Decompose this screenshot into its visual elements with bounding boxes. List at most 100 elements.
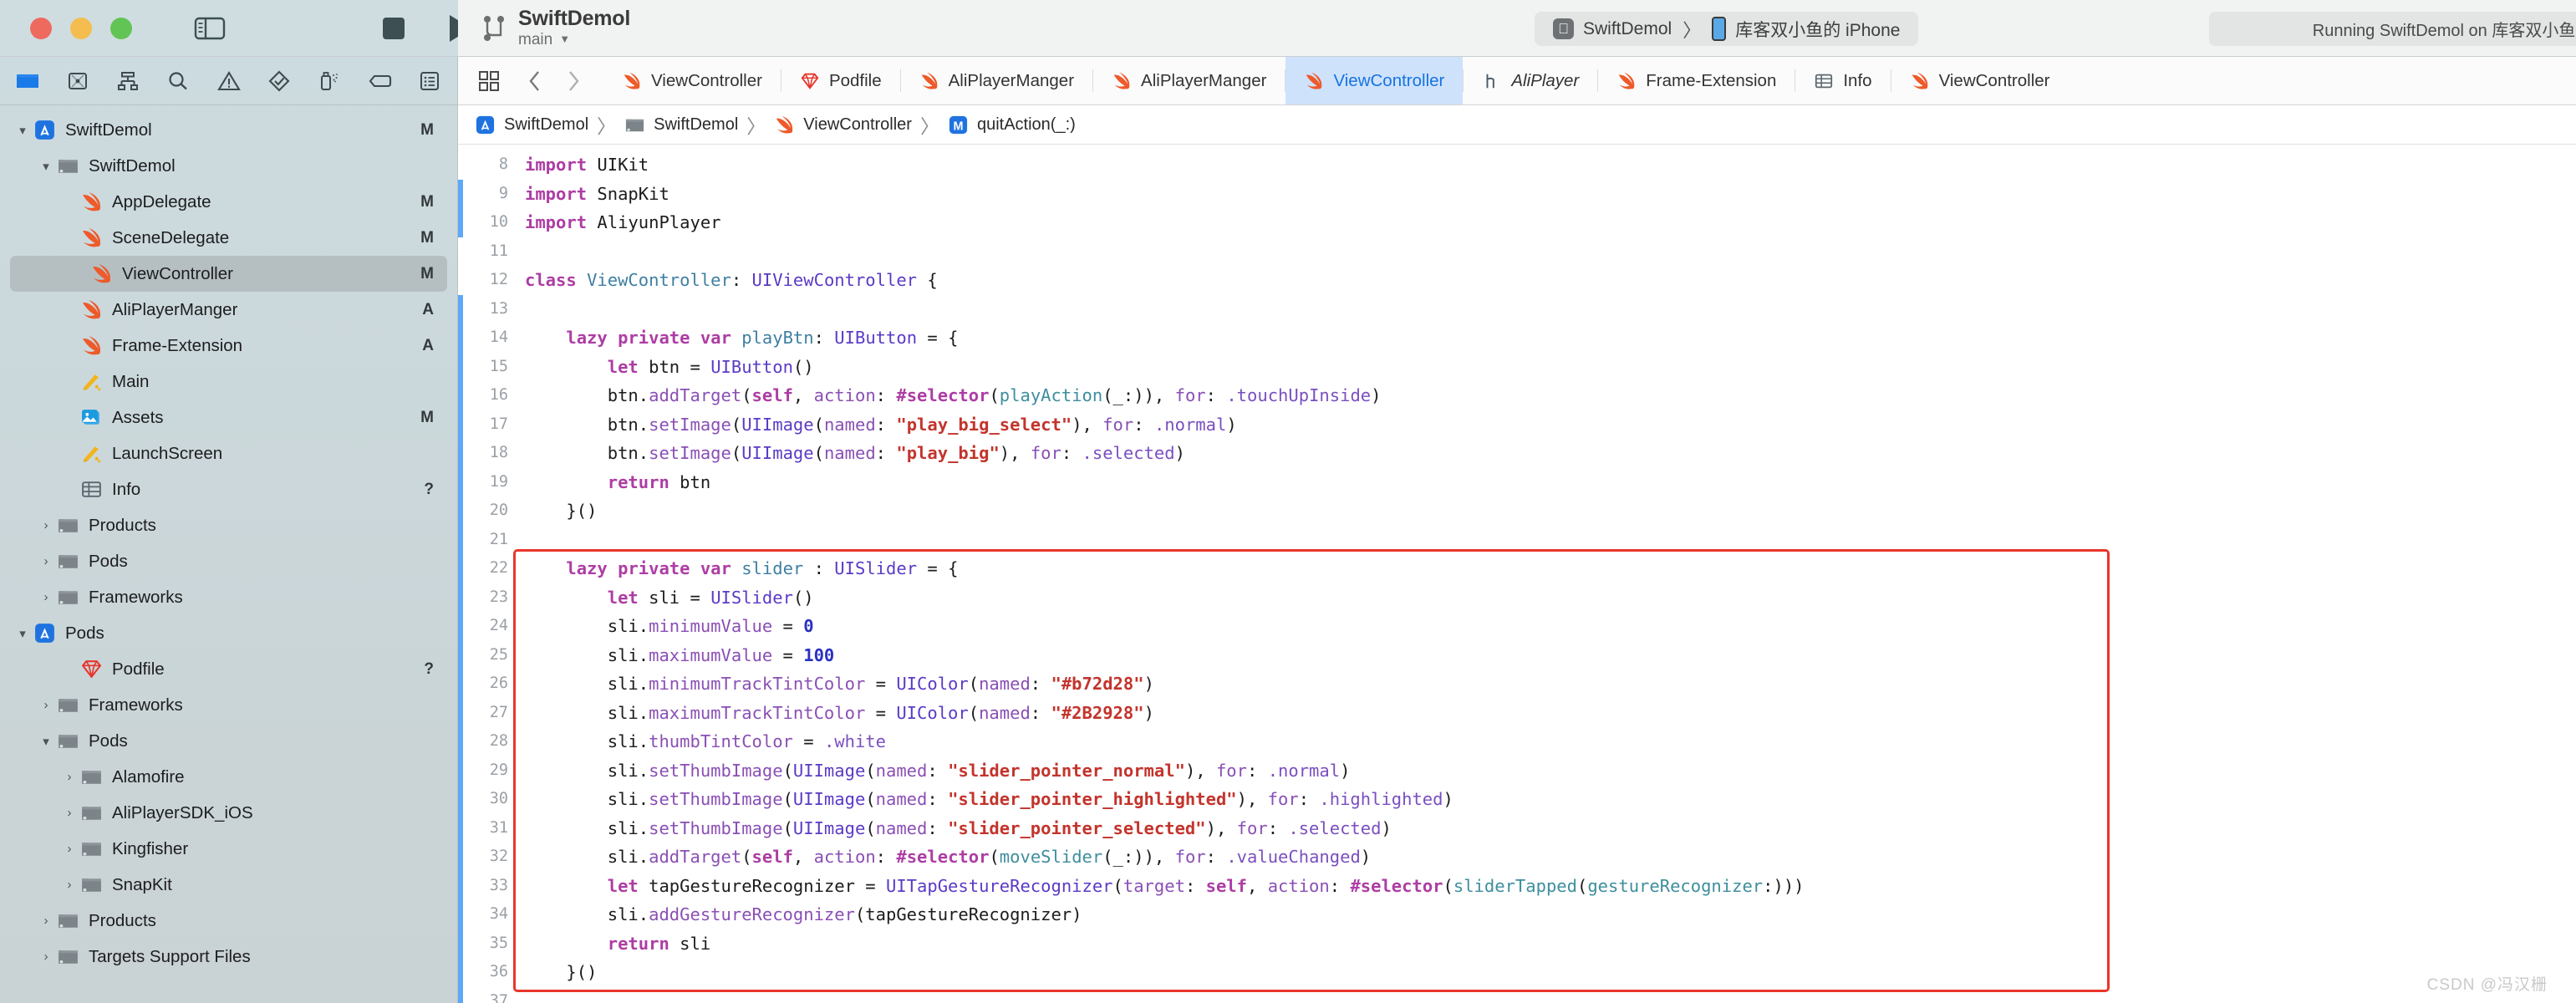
editor-tab-aliplayermanger[interactable]: AliPlayerManger bbox=[901, 57, 1092, 104]
code-line[interactable]: 22 lazy private var slider : UISlider = … bbox=[458, 554, 2576, 583]
tree-item[interactable]: ▾ SwiftDemol bbox=[0, 148, 457, 184]
tree-item[interactable]: ›ViewControllerM bbox=[10, 256, 447, 292]
editor-tab-viewcontroller[interactable]: ViewController bbox=[1285, 57, 1464, 104]
tree-item[interactable]: › Products bbox=[0, 507, 457, 543]
editor-tab-frame-extension[interactable]: Frame-Extension bbox=[1598, 57, 1795, 104]
activity-status-bar[interactable]: Running SwiftDemol on 库客双小鱼的 iPhone bbox=[2209, 12, 2576, 46]
code-line[interactable]: 28 sli.thumbTintColor = .white bbox=[458, 727, 2576, 756]
tree-item[interactable]: › Frameworks bbox=[0, 579, 457, 615]
breadcrumb-item[interactable]: SwiftDemol bbox=[624, 115, 743, 135]
disclosure-triangle-icon[interactable]: › bbox=[37, 950, 55, 964]
breadcrumb-item[interactable]: SwiftDemol bbox=[475, 115, 593, 135]
tree-item[interactable]: ›AssetsM bbox=[0, 400, 457, 435]
tree-item[interactable]: ›Info? bbox=[0, 471, 457, 507]
disclosure-triangle-icon[interactable]: › bbox=[60, 770, 79, 784]
tree-item[interactable]: ›AliPlayerMangerA bbox=[0, 292, 457, 328]
disclosure-triangle-icon[interactable]: › bbox=[60, 806, 79, 820]
code-line[interactable]: 11 bbox=[458, 237, 2576, 267]
issue-warning-icon[interactable] bbox=[213, 67, 245, 95]
editor-tab-podfile[interactable]: Podfile bbox=[781, 57, 900, 104]
code-line[interactable]: 35 return sli bbox=[458, 929, 2576, 959]
disclosure-triangle-icon[interactable]: › bbox=[37, 554, 55, 568]
disclosure-triangle-icon[interactable]: › bbox=[60, 878, 79, 892]
tree-item[interactable]: ›SceneDelegateM bbox=[0, 220, 457, 256]
code-line[interactable]: 26 sli.minimumTrackTintColor = UIColor(n… bbox=[458, 670, 2576, 699]
code-line[interactable]: 19 return btn bbox=[458, 468, 2576, 497]
tree-item[interactable]: ›AppDelegateM bbox=[0, 184, 457, 220]
breadcrumb-item[interactable]: MquitAction(_:) bbox=[948, 115, 1081, 135]
disclosure-triangle-icon[interactable]: ▾ bbox=[13, 123, 32, 138]
tree-item[interactable]: ›Podfile? bbox=[0, 651, 457, 687]
report-list-icon[interactable] bbox=[414, 67, 445, 95]
code-line[interactable]: 18 btn.setImage(UIImage(named: "play_big… bbox=[458, 439, 2576, 468]
tree-item[interactable]: ›Frame-ExtensionA bbox=[0, 328, 457, 364]
code-line[interactable]: 16 btn.addTarget(self, action: #selector… bbox=[458, 381, 2576, 410]
code-line[interactable]: 29 sli.setThumbImage(UIImage(named: "sli… bbox=[458, 756, 2576, 786]
tree-item[interactable]: › Alamofire bbox=[0, 759, 457, 795]
sidebar-toggle-icon[interactable] bbox=[194, 15, 226, 42]
search-icon[interactable] bbox=[162, 67, 194, 95]
tree-item[interactable]: ▾ Pods bbox=[0, 723, 457, 759]
code-line[interactable]: 20 }() bbox=[458, 496, 2576, 526]
source-control-icon[interactable] bbox=[62, 67, 94, 95]
tree-item[interactable]: ▾ Pods bbox=[0, 615, 457, 651]
disclosure-triangle-icon[interactable]: ▾ bbox=[37, 159, 55, 174]
breadcrumb[interactable]: SwiftDemol 〉 SwiftDemol 〉 ViewController 〉 Mqu… bbox=[458, 105, 2576, 145]
code-line[interactable]: 13 bbox=[458, 295, 2576, 324]
debug-spray-icon[interactable] bbox=[313, 67, 345, 95]
code-line[interactable]: 33 let tapGestureRecognizer = UITapGestu… bbox=[458, 872, 2576, 901]
disclosure-triangle-icon[interactable]: › bbox=[37, 590, 55, 604]
run-destination-selector[interactable]:  SwiftDemol 〉 库客双小鱼的 iPhone bbox=[1535, 12, 1919, 46]
editor-tab-aliplayer[interactable]: AliPlayer bbox=[1464, 57, 1597, 104]
code-line[interactable]: 21 bbox=[458, 526, 2576, 555]
code-line[interactable]: 31 sli.setThumbImage(UIImage(named: "sli… bbox=[458, 814, 2576, 843]
tree-item[interactable]: › SnapKit bbox=[0, 867, 457, 903]
tree-item[interactable]: › Products bbox=[0, 903, 457, 939]
tree-item[interactable]: › Frameworks bbox=[0, 687, 457, 723]
nav-back-button[interactable] bbox=[516, 62, 554, 100]
code-line[interactable]: 36 }() bbox=[458, 958, 2576, 987]
code-line[interactable]: 27 sli.maximumTrackTintColor = UIColor(n… bbox=[458, 699, 2576, 728]
code-lines[interactable]: 8 import UIKit 9 import SnapKit 10 import Ali… bbox=[458, 145, 2576, 1003]
breadcrumb-item[interactable]: ViewController bbox=[774, 115, 917, 135]
code-line[interactable]: 17 btn.setImage(UIImage(named: "play_big… bbox=[458, 410, 2576, 440]
code-line[interactable]: 8 import UIKit bbox=[458, 150, 2576, 180]
code-line[interactable]: 32 sli.addTarget(self, action: #selector… bbox=[458, 843, 2576, 872]
folder-icon[interactable] bbox=[12, 67, 43, 95]
code-line[interactable]: 24 sli.minimumValue = 0 bbox=[458, 612, 2576, 641]
disclosure-triangle-icon[interactable]: ▾ bbox=[13, 626, 32, 641]
test-diamond-icon[interactable] bbox=[263, 67, 295, 95]
code-line[interactable]: 12 class ViewController: UIViewController… bbox=[458, 266, 2576, 295]
code-line[interactable]: 30 sli.setThumbImage(UIImage(named: "sli… bbox=[458, 785, 2576, 814]
branch-row[interactable]: main ▼ bbox=[518, 31, 630, 49]
tree-item[interactable]: › Kingfisher bbox=[0, 831, 457, 867]
editor-tab-viewcontroller[interactable]: ViewController bbox=[1891, 57, 2069, 104]
project-scheme-block[interactable]: SwiftDemol main ▼ bbox=[481, 7, 630, 49]
editor-tab-aliplayermanger[interactable]: AliPlayerManger bbox=[1093, 57, 1285, 104]
code-line[interactable]: 9 import SnapKit bbox=[458, 180, 2576, 209]
editor-layout-icon[interactable] bbox=[470, 62, 508, 100]
tree-item[interactable]: ›LaunchScreen bbox=[0, 435, 457, 471]
code-line[interactable]: 23 let sli = UISlider() bbox=[458, 583, 2576, 613]
disclosure-triangle-icon[interactable]: › bbox=[37, 698, 55, 712]
source-editor[interactable]: 8 import UIKit 9 import SnapKit 10 import Ali… bbox=[458, 145, 2576, 1003]
stop-button[interactable] bbox=[383, 17, 405, 39]
minimize-button[interactable] bbox=[70, 17, 92, 39]
tree-item[interactable]: › Targets Support Files bbox=[0, 939, 457, 975]
tree-item[interactable]: › AliPlayerSDK_iOS bbox=[0, 795, 457, 831]
tree-item[interactable]: › Pods bbox=[0, 543, 457, 579]
nav-forward-button[interactable] bbox=[554, 62, 593, 100]
disclosure-triangle-icon[interactable]: ▾ bbox=[37, 734, 55, 749]
code-line[interactable]: 37 bbox=[458, 987, 2576, 1003]
symbol-hierarchy-icon[interactable] bbox=[112, 67, 144, 95]
maximize-button[interactable] bbox=[110, 17, 132, 39]
editor-tab-viewcontroller[interactable]: ViewController bbox=[603, 57, 781, 104]
disclosure-triangle-icon[interactable]: › bbox=[37, 914, 55, 928]
editor-tab-info[interactable]: Info bbox=[1795, 57, 1890, 104]
code-line[interactable]: 10 import AliyunPlayer bbox=[458, 208, 2576, 237]
disclosure-triangle-icon[interactable]: › bbox=[37, 518, 55, 532]
close-button[interactable] bbox=[30, 17, 52, 39]
code-line[interactable]: 14 lazy private var playBtn: UIButton = … bbox=[458, 323, 2576, 353]
code-line[interactable]: 25 sli.maximumValue = 100 bbox=[458, 641, 2576, 670]
breakpoint-tag-icon[interactable] bbox=[364, 67, 395, 95]
